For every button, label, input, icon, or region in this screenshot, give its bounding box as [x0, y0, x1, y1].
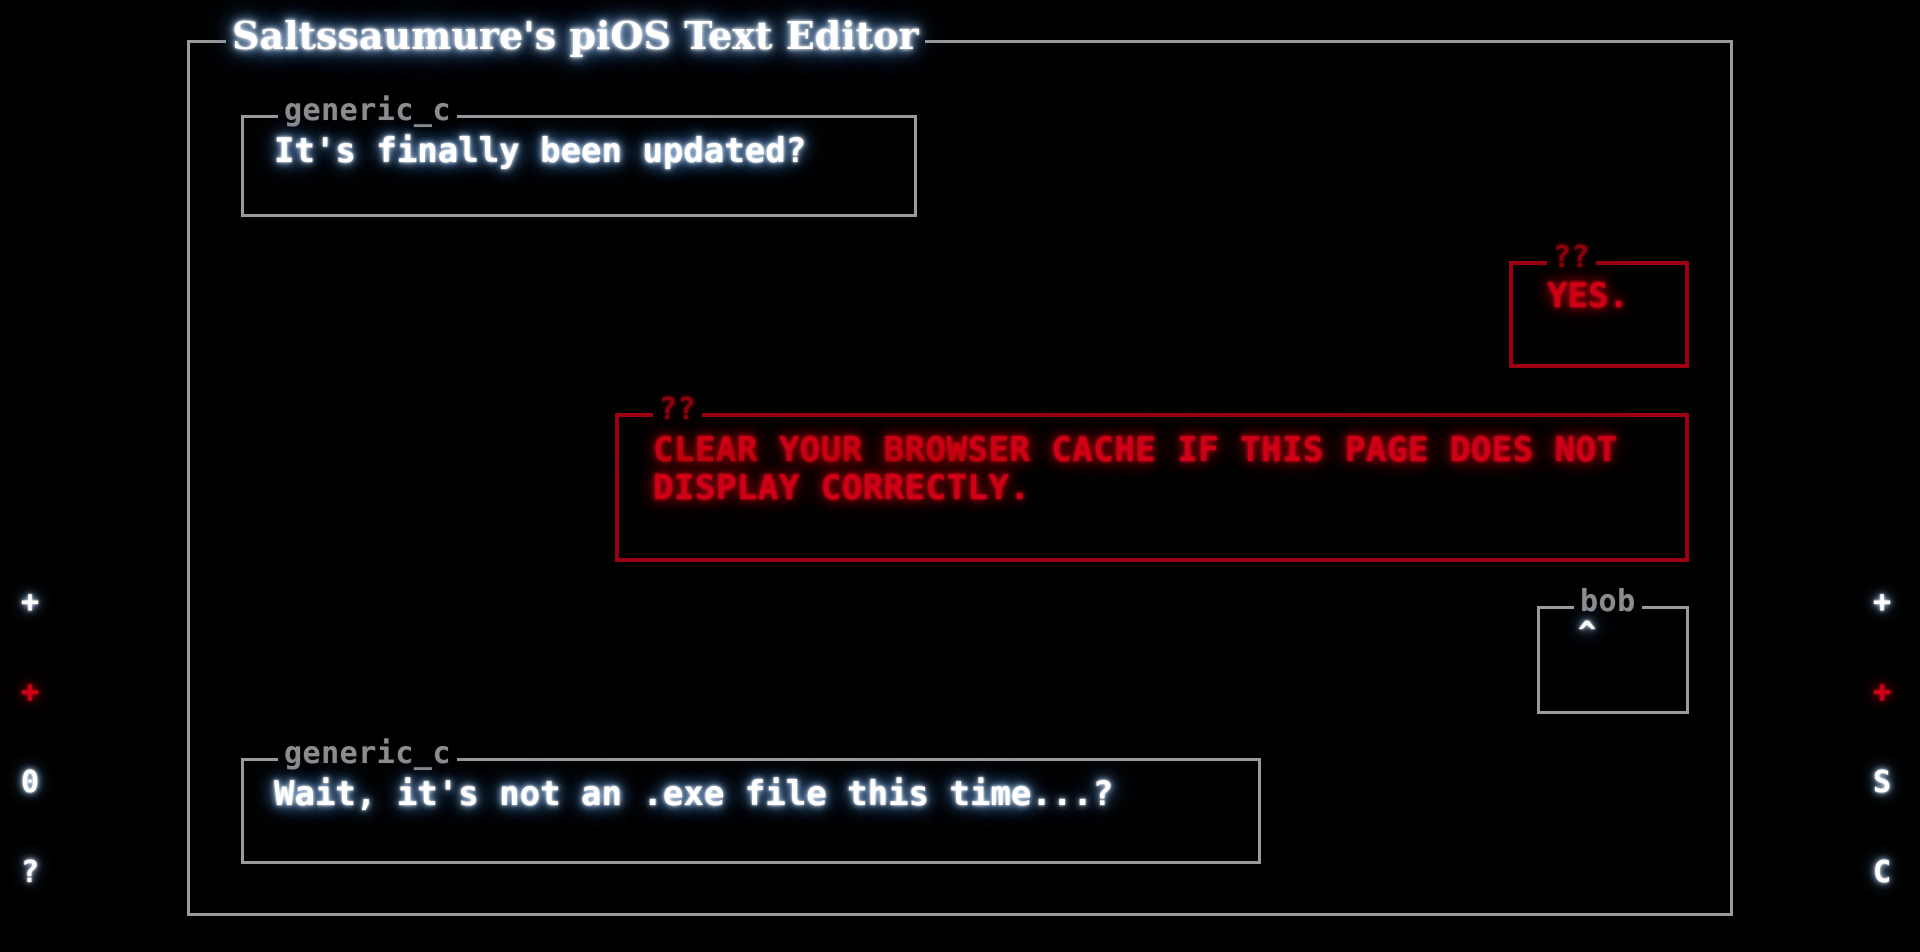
main-window-frame: Saltssaumure's piOS Text Editor generic_…	[187, 17, 1733, 916]
dialog-text: It's finally been updated?	[274, 131, 807, 171]
dialog-text: Wait, it's not an .exe file this time...…	[274, 774, 1114, 814]
dialog-speaker-label: bob	[1574, 587, 1642, 618]
marker-left-plus-white[interactable]: +	[10, 588, 50, 618]
dialog-box-bob[interactable]: bob ^	[1537, 587, 1689, 714]
dialog-box-warning[interactable]: ?? CLEAR YOUR BROWSER CACHE IF THIS PAGE…	[615, 395, 1689, 562]
marker-right-plus-white[interactable]: +	[1862, 588, 1902, 618]
window-title: Saltssaumure's piOS Text Editor	[226, 17, 925, 56]
marker-left-plus-red[interactable]: +	[10, 678, 50, 708]
dialog-text: CLEAR YOUR BROWSER CACHE IF THIS PAGE DO…	[653, 430, 1639, 509]
dialog-box-generic-top[interactable]: generic_c It's finally been updated?	[241, 96, 917, 217]
marker-left-zero[interactable]: 0	[10, 768, 50, 798]
marker-right-save[interactable]: S	[1862, 768, 1902, 798]
dialog-speaker-label: generic_c	[278, 96, 458, 127]
dialog-speaker-label: generic_c	[278, 739, 458, 770]
dialog-text: YES.	[1547, 276, 1629, 316]
dialog-speaker-label: ??	[1547, 243, 1597, 274]
marker-left-question[interactable]: ?	[10, 858, 50, 888]
dialog-speaker-label: ??	[653, 395, 703, 426]
caret-up-icon: ^	[1578, 616, 1597, 651]
dialog-box-generic-bottom[interactable]: generic_c Wait, it's not an .exe file th…	[241, 739, 1261, 864]
dialog-box-yes[interactable]: ?? YES.	[1509, 243, 1689, 368]
marker-right-copy[interactable]: C	[1862, 858, 1902, 888]
marker-right-plus-red[interactable]: +	[1862, 678, 1902, 708]
